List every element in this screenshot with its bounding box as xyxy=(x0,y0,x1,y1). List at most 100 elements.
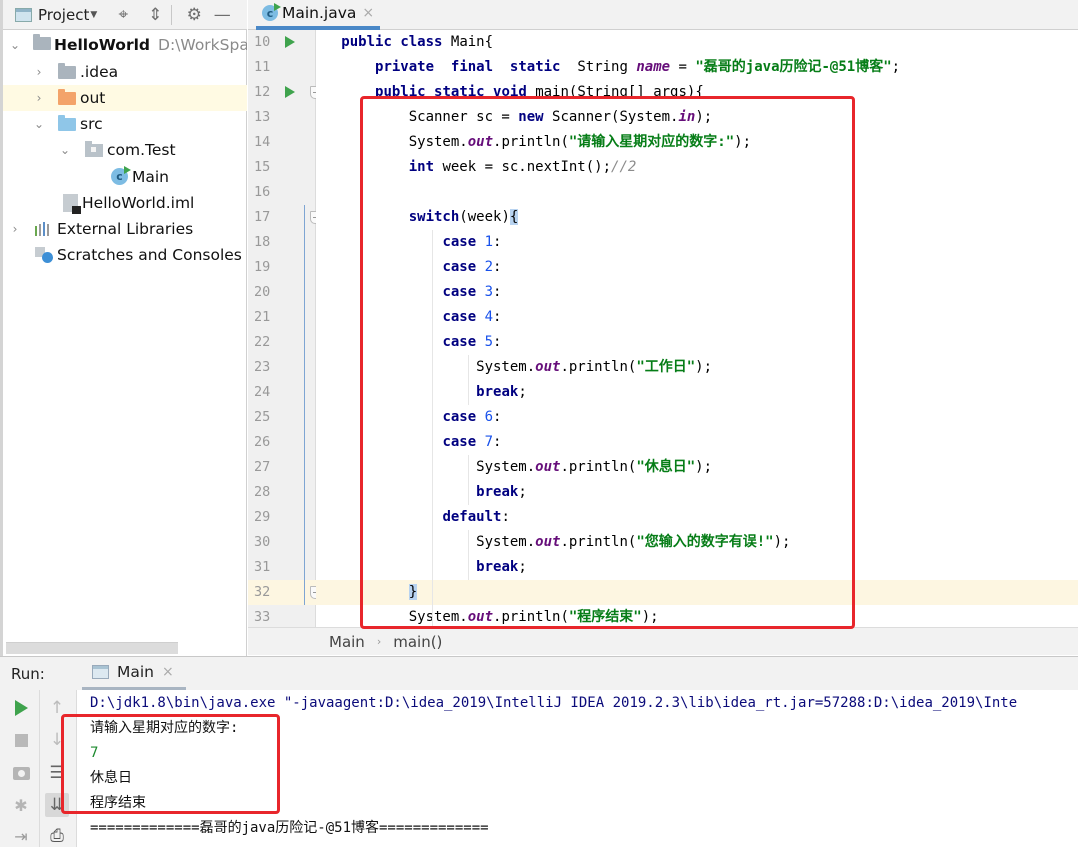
collapse-all-icon[interactable]: ⇕ xyxy=(145,5,165,25)
breadcrumb: Main › main() xyxy=(248,627,1078,655)
code-line[interactable]: case 1: xyxy=(316,230,1078,255)
java-class-icon: c xyxy=(262,3,281,21)
chevron-down-icon[interactable]: ⌄ xyxy=(9,39,21,51)
gutter-row: 27 xyxy=(248,455,316,480)
gutter-row: 28 xyxy=(248,480,316,505)
chevron-right-icon[interactable]: › xyxy=(33,66,45,78)
tree-item-helloworld[interactable]: ⌄ HelloWorld D:\WorkSpace xyxy=(3,32,247,58)
gear-icon[interactable]: ⚙ xyxy=(184,5,204,25)
console-output[interactable]: D:\jdk1.8\bin\java.exe "-javaagent:D:\id… xyxy=(77,690,1078,847)
camera-icon xyxy=(12,766,30,780)
scroll-to-end-button[interactable]: ⇊ xyxy=(45,793,69,817)
gutter-row: 21 xyxy=(248,305,316,330)
breadcrumb-item-class[interactable]: Main xyxy=(329,633,365,651)
code-line[interactable]: switch(week){ xyxy=(316,205,1078,230)
tree-item-out[interactable]: › out xyxy=(3,85,247,111)
code-line[interactable]: case 3: xyxy=(316,280,1078,305)
chevron-right-icon[interactable]: › xyxy=(33,92,45,104)
stop-icon xyxy=(14,733,28,747)
iml-file-icon xyxy=(63,194,81,214)
code-line[interactable]: public class Main{ xyxy=(316,30,1078,55)
gutter-row: 16 xyxy=(248,180,316,205)
line-number: 13 xyxy=(254,109,271,125)
breadcrumb-separator: › xyxy=(376,635,382,648)
stop-button[interactable] xyxy=(9,728,33,752)
line-number: 33 xyxy=(254,609,271,625)
tree-item-com-test[interactable]: ⌄ com.Test xyxy=(3,137,247,163)
tab-run-main[interactable]: Main × xyxy=(82,657,186,691)
code-editor[interactable]: public class Main{ private final static … xyxy=(316,30,1078,627)
code-line[interactable]: System.out.println("工作日"); xyxy=(316,355,1078,380)
code-line[interactable]: System.out.println("休息日"); xyxy=(316,455,1078,480)
code-line[interactable]: Scanner sc = new Scanner(System.in); xyxy=(316,105,1078,130)
printer-icon: ⎙ xyxy=(50,826,64,846)
code-line[interactable]: System.out.println("您输入的数字有误!"); xyxy=(316,530,1078,555)
restore-layout-button[interactable]: ✱ xyxy=(9,793,33,817)
horizontal-scrollbar[interactable] xyxy=(6,642,178,654)
tree-item-helloworld-iml[interactable]: HelloWorld.iml xyxy=(3,190,247,216)
code-line[interactable] xyxy=(316,180,1078,205)
down-stack-button[interactable]: ↓ xyxy=(45,728,69,752)
tree-item-src[interactable]: ⌄ src xyxy=(3,111,247,137)
run-gutter-icon[interactable] xyxy=(285,36,295,48)
tab-main-java[interactable]: c Main.java × xyxy=(256,0,380,30)
library-icon xyxy=(35,222,49,238)
code-line[interactable]: int week = sc.nextInt();//2 xyxy=(316,155,1078,180)
code-line[interactable]: break; xyxy=(316,380,1078,405)
up-stack-button[interactable]: ↑ xyxy=(45,696,69,720)
code-line[interactable]: } xyxy=(316,580,1078,605)
project-view-selector[interactable]: Project ▼ xyxy=(15,6,97,24)
code-line[interactable]: case 7: xyxy=(316,430,1078,455)
line-number: 19 xyxy=(254,259,271,275)
code-line[interactable]: case 6: xyxy=(316,405,1078,430)
rerun-button[interactable] xyxy=(9,696,33,720)
gutter-row: 11 xyxy=(248,55,316,80)
locate-icon[interactable]: ⌖ xyxy=(113,5,133,25)
gutter-row: 15 xyxy=(248,155,316,180)
code-line[interactable]: case 4: xyxy=(316,305,1078,330)
soft-wrap-button[interactable]: ☰ xyxy=(45,761,69,785)
chevron-down-icon[interactable]: ⌄ xyxy=(33,118,45,130)
gutter-row: 32 xyxy=(248,580,321,605)
breadcrumb-item-method[interactable]: main() xyxy=(393,633,442,651)
run-tool-window-header: Run: Main × xyxy=(0,656,1078,691)
code-line[interactable]: System.out.println("程序结束"); xyxy=(316,605,1078,627)
gutter-row: 23 xyxy=(248,355,316,380)
exit-button[interactable]: ⇥ xyxy=(9,824,33,847)
tree-item-main[interactable]: c Main xyxy=(3,164,247,190)
print-button[interactable]: ⎙ xyxy=(45,824,69,847)
tree-item-label: src xyxy=(80,115,103,133)
fold-range-line xyxy=(304,205,305,605)
code-line[interactable]: break; xyxy=(316,480,1078,505)
code-line[interactable]: default: xyxy=(316,505,1078,530)
tree-item-label: com.Test xyxy=(107,141,176,159)
line-number: 30 xyxy=(254,534,271,550)
code-line[interactable]: private final static String name = "磊哥的j… xyxy=(316,55,1078,80)
code-line[interactable]: break; xyxy=(316,555,1078,580)
gutter-row: 18 xyxy=(248,230,316,255)
scroll-to-end-icon: ⇊ xyxy=(49,795,65,815)
minimize-icon[interactable]: — xyxy=(212,5,232,25)
close-icon[interactable]: × xyxy=(162,664,174,680)
gutter-row: 13 xyxy=(248,105,316,130)
run-gutter-icon[interactable] xyxy=(285,86,295,98)
console-line-output: 程序结束 xyxy=(90,795,146,811)
tree-item-scratches[interactable]: Scratches and Consoles xyxy=(3,242,247,268)
dump-threads-button[interactable] xyxy=(9,761,33,785)
tree-item-idea[interactable]: › .idea xyxy=(3,59,247,85)
tree-item-external-libraries[interactable]: › External Libraries xyxy=(3,216,247,242)
gutter-row: 24 xyxy=(248,380,316,405)
line-number: 26 xyxy=(254,434,271,450)
code-line[interactable]: public static void main(String[] args){ xyxy=(316,80,1078,105)
package-icon xyxy=(85,141,103,160)
line-number: 14 xyxy=(254,134,271,150)
line-number: 28 xyxy=(254,484,271,500)
code-line[interactable]: case 2: xyxy=(316,255,1078,280)
code-line[interactable]: System.out.println("请输入星期对应的数字:"); xyxy=(316,130,1078,155)
gutter-row: 12 xyxy=(248,80,321,105)
close-icon[interactable]: × xyxy=(362,5,374,21)
chevron-down-icon[interactable]: ⌄ xyxy=(59,144,71,156)
tree-item-path: D:\WorkSpace xyxy=(158,36,247,54)
chevron-right-icon[interactable]: › xyxy=(9,223,21,235)
code-line[interactable]: case 5: xyxy=(316,330,1078,355)
